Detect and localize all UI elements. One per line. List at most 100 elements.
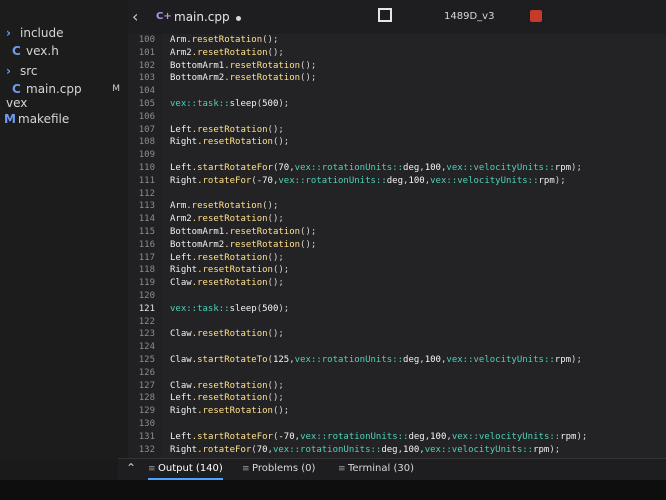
code-line[interactable]: 117 Left.resetRotation(); [128, 253, 666, 266]
tab-problems[interactable]: ≡ Problems (0) [242, 463, 315, 474]
line-number: 131 [138, 431, 155, 442]
code-line[interactable]: 132 Right.rotateFor(70,vex::rotationUnits… [128, 445, 666, 458]
code-text: vex::task::sleep(500); [170, 99, 290, 109]
code-line[interactable]: 128 Left.resetRotation(); [128, 393, 666, 406]
code-text: Arm2.resetRotation(); [170, 214, 284, 225]
code-line[interactable]: 131 Left.startRotateFor(-70,vex::rotation… [128, 432, 666, 445]
modified-dot [236, 16, 241, 21]
line-number: 120 [138, 291, 155, 301]
code-text: Claw.resetRotation(); [170, 329, 284, 340]
line-number: 127 [138, 380, 155, 391]
code-text: Left.startRotateFor(-70,vex::rotationUni… [170, 431, 588, 442]
vex-logo-icon[interactable] [530, 10, 542, 22]
back-arrow-icon[interactable]: ‹ [132, 7, 138, 26]
code-line[interactable]: 109 [128, 150, 666, 163]
code-line[interactable]: 112 [128, 189, 666, 202]
code-line[interactable]: 101 Arm2.resetRotation(); [128, 48, 666, 61]
tab-output[interactable]: ≡ Output (140) [148, 463, 223, 480]
code-line[interactable]: 102 BottomArm1.resetRotation(); [128, 61, 666, 74]
code-line[interactable]: 118 Right.resetRotation(); [128, 265, 666, 278]
line-number: 119 [138, 278, 155, 289]
code-line[interactable]: 105 vex::task::sleep(500); [128, 99, 666, 112]
line-number: 105 [138, 99, 155, 109]
code-text: Left.resetRotation(); [170, 393, 284, 404]
code-line[interactable]: 115 BottomArm1.resetRotation(); [128, 227, 666, 240]
sidebar-item-src[interactable]: › src [6, 64, 128, 82]
copy-icon[interactable] [378, 8, 392, 22]
modified-badge: M [112, 84, 120, 94]
line-number: 121 [138, 303, 155, 314]
code-text: Right.rotateFor(70,vex::rotationUnits::d… [170, 444, 561, 455]
line-number: 124 [138, 342, 155, 353]
sidebar-item-makefile[interactable]: Mmakefile [4, 112, 128, 130]
sidebar-item-vex-h[interactable]: Cvex.h [12, 44, 128, 62]
code-line[interactable]: 125 Claw.startRotateTo(125,vex::rotationU… [128, 355, 666, 368]
code-line[interactable]: 123 Claw.resetRotation(); [128, 329, 666, 342]
code-text: Arm.resetRotation(); [170, 201, 279, 212]
code-line[interactable]: 130 [128, 419, 666, 432]
code-text: Arm.resetRotation(); [170, 35, 279, 45]
code-line[interactable]: 113 Arm.resetRotation(); [128, 201, 666, 214]
line-number: 106 [138, 111, 155, 122]
line-number: 123 [138, 329, 155, 340]
screen-bezel [0, 480, 666, 500]
chevron-icon: › [6, 26, 11, 40]
cpp-file-icon: C [12, 82, 21, 96]
code-line[interactable]: 120 [128, 291, 666, 304]
cpp-file-icon: C [12, 44, 21, 58]
code-line[interactable]: 108 Right.resetRotation(); [128, 137, 666, 150]
code-line[interactable]: 104 [128, 86, 666, 99]
line-number: 132 [138, 444, 155, 455]
code-line[interactable]: 129 Right.resetRotation(); [128, 406, 666, 419]
code-text: BottomArm2.resetRotation(); [170, 239, 317, 250]
code-line[interactable]: 106 [128, 112, 666, 125]
code-line[interactable]: 121 vex::task::sleep(500); [128, 304, 666, 317]
code-line[interactable]: 103 BottomArm2.resetRotation(); [128, 73, 666, 86]
code-text: BottomArm1.resetRotation(); [170, 60, 317, 71]
line-number: 117 [138, 252, 155, 263]
line-number: 100 [138, 35, 155, 45]
code-line[interactable]: 116 BottomArm2.resetRotation(); [128, 240, 666, 253]
line-number: 107 [138, 124, 155, 135]
line-number: 113 [138, 201, 155, 212]
terminal-icon: ≡ [338, 464, 346, 474]
code-line[interactable]: 114 Arm2.resetRotation(); [128, 214, 666, 227]
sidebar-item-label: include [20, 26, 64, 40]
sidebar-item-include[interactable]: › include [6, 26, 128, 44]
tab-terminal[interactable]: ≡ Terminal (30) [338, 463, 414, 474]
tab-label: Output (140) [158, 463, 223, 474]
makefile-icon: M [4, 112, 16, 126]
code-text: BottomArm2.resetRotation(); [170, 73, 317, 84]
line-number: 110 [138, 163, 155, 173]
code-line[interactable]: 126 [128, 368, 666, 381]
chevron-icon: › [6, 64, 11, 78]
chevron-up-icon[interactable]: ⌃ [126, 461, 136, 475]
code-text: Left.startRotateFor(70,vex::rotationUnit… [170, 163, 582, 173]
code-text: Arm2.resetRotation(); [170, 47, 284, 58]
line-number: 118 [138, 265, 155, 276]
line-number: 109 [138, 150, 155, 161]
bottom-panel-bar: ⌃ ≡ Output (140) ≡ Problems (0) ≡ Terminal (3… [118, 458, 666, 481]
code-text: Left.resetRotation(); [170, 252, 284, 263]
code-text: BottomArm1.resetRotation(); [170, 227, 317, 237]
code-text: Claw.startRotateTo(125,vex::rotationUnit… [170, 355, 582, 365]
sidebar-item-label: makefile [18, 112, 70, 126]
line-number: 101 [138, 47, 155, 58]
code-line[interactable]: 100 Arm.resetRotation(); [128, 35, 666, 48]
code-line[interactable]: 111 Right.rotateFor(-70,vex::rotationUnit… [128, 176, 666, 189]
output-icon: ≡ [148, 464, 156, 474]
code-line[interactable]: 124 [128, 342, 666, 355]
code-line[interactable]: 122 [128, 317, 666, 330]
line-number: 103 [138, 73, 155, 84]
code-line[interactable]: 127 Claw.resetRotation(); [128, 381, 666, 394]
code-line[interactable]: 119 Claw.resetRotation(); [128, 278, 666, 291]
project-label: 1489D_v3 [444, 11, 495, 22]
code-text: vex::task::sleep(500); [170, 303, 290, 314]
tab-main-cpp[interactable]: main.cpp [174, 10, 230, 24]
code-text: Right.resetRotation(); [170, 137, 290, 148]
sidebar-item-label: main.cpp [26, 82, 82, 96]
line-number: 112 [138, 188, 155, 199]
code-line[interactable]: 110 Left.startRotateFor(70,vex::rotationU… [128, 163, 666, 176]
code-line[interactable]: 107 Left.resetRotation(); [128, 125, 666, 138]
sidebar-item-label: src [20, 64, 38, 78]
